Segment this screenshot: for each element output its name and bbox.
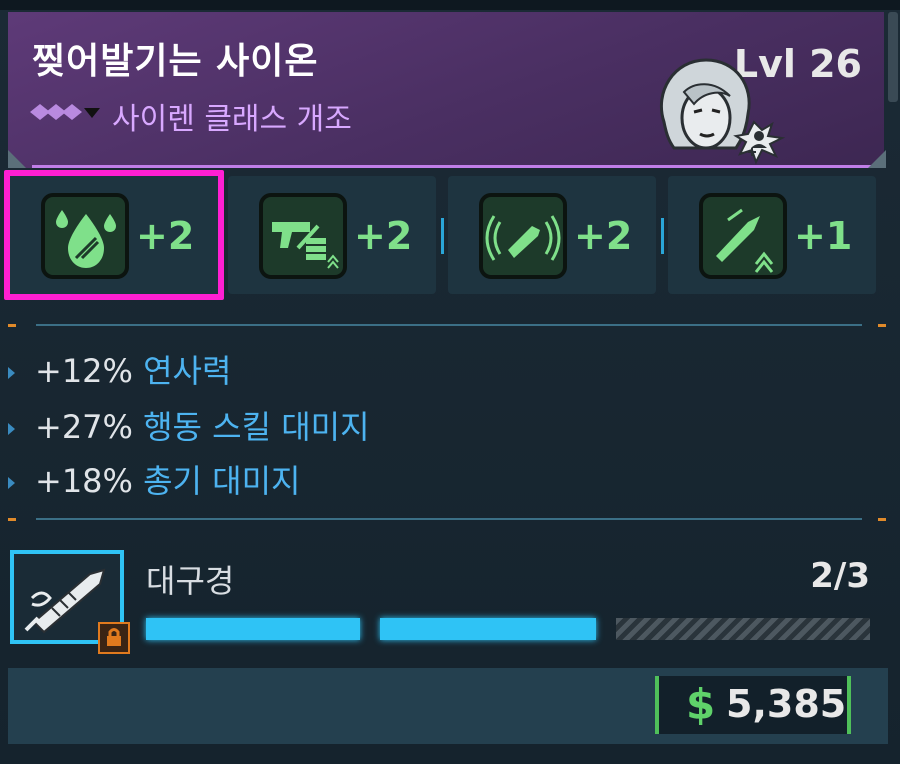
perk-separator	[441, 218, 444, 254]
divider-tick	[878, 324, 886, 327]
rarity-chevrons-icon	[30, 104, 110, 120]
pistol-ammo-icon	[259, 193, 347, 279]
perk-value: +2	[574, 214, 633, 258]
corner-ornament-icon	[868, 150, 886, 168]
lock-icon	[98, 622, 130, 654]
progress-segment-empty	[616, 618, 870, 640]
top-strip	[0, 0, 900, 10]
divider-tick	[8, 518, 16, 521]
header-underline	[32, 165, 884, 168]
divider-tick	[8, 324, 16, 327]
stat-line: +18% 총기 대미지	[8, 456, 300, 502]
relic-name: 대구경	[146, 562, 235, 600]
perk-slot-2[interactable]: +2	[228, 176, 436, 294]
bullet-upgrade-icon	[699, 193, 787, 279]
stat-percent: +18%	[35, 462, 133, 500]
item-title: 찢어발기는 사이온	[32, 41, 319, 82]
bullet-arrow-icon	[8, 477, 15, 489]
relic-progress: 2/3	[810, 556, 870, 596]
stat-line: +12% 연사력	[8, 346, 231, 392]
blood-drop-icon	[41, 193, 129, 279]
perk-slot-1[interactable]: +2	[4, 170, 224, 300]
stat-line: +27% 행동 스킬 대미지	[8, 402, 370, 448]
siren-portrait-icon	[644, 52, 794, 168]
bullet-arrow-icon	[8, 423, 15, 435]
stat-percent: +27%	[35, 408, 133, 446]
item-card: 찢어발기는 사이온 사이렌 클래스 개조 Lvl 26 +2 +2 +2 +1 …	[0, 0, 900, 764]
signal-bullet-icon	[479, 193, 567, 279]
stat-name: 연사력	[143, 352, 232, 390]
stat-name: 행동 스킬 대미지	[143, 408, 370, 446]
stat-name: 총기 대미지	[143, 462, 301, 500]
item-subtitle: 사이렌 클래스 개조	[112, 102, 352, 137]
divider-tick	[878, 518, 886, 521]
progress-segment-filled	[146, 618, 360, 640]
perk-value: +2	[354, 214, 413, 258]
perk-slot-4[interactable]: +1	[668, 176, 876, 294]
scrollbar[interactable]	[888, 12, 898, 102]
divider	[36, 324, 862, 326]
item-header: 찢어발기는 사이온 사이렌 클래스 개조 Lvl 26	[8, 12, 884, 168]
perk-separator	[661, 218, 664, 254]
stat-percent: +12%	[35, 352, 133, 390]
bullet-arrow-icon	[8, 367, 15, 379]
divider	[36, 518, 862, 520]
perk-slot-3[interactable]: +2	[448, 176, 656, 294]
perk-value: +1	[794, 214, 853, 258]
price-amount: 5,385	[726, 682, 847, 726]
perk-value: +2	[136, 214, 195, 258]
dollar-icon: $	[686, 680, 716, 729]
progress-segment-filled	[380, 618, 596, 640]
corner-ornament-icon	[8, 150, 26, 168]
